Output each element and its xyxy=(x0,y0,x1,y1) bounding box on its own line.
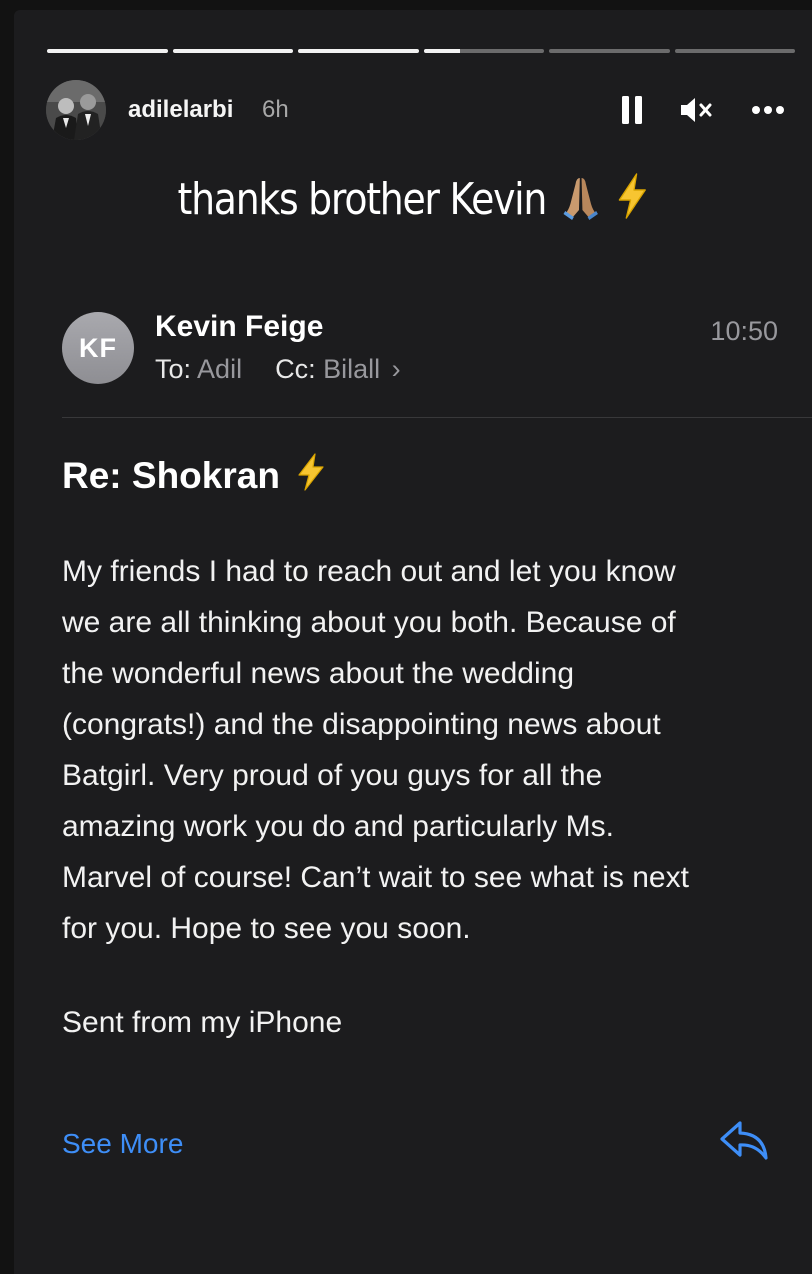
progress-segment xyxy=(423,49,544,53)
story-caption: thanks brother Kevin xyxy=(70,172,756,231)
progress-segment xyxy=(549,49,670,53)
pause-button[interactable] xyxy=(614,92,650,128)
cc-label: Cc: xyxy=(275,354,316,384)
to-label: To: xyxy=(155,354,192,384)
pause-icon xyxy=(622,96,642,124)
reply-arrow-icon xyxy=(720,1121,768,1160)
progress-fill xyxy=(47,49,168,53)
subject-text: Re: Shokran xyxy=(62,455,280,496)
body-line: My friends I had to reach out and let yo… xyxy=(62,555,676,588)
body-line: (congrats!) and the disappointing news a… xyxy=(62,708,661,741)
body-line: amazing work you do and particularly Ms. xyxy=(62,810,614,843)
email-signature: Sent from my iPhone xyxy=(62,1006,343,1039)
chevron-right-icon: › xyxy=(391,354,401,384)
progress-segment xyxy=(298,49,419,53)
body-line: for you. Hope to see you soon. xyxy=(62,912,471,945)
reply-button[interactable] xyxy=(718,1118,770,1164)
body-line: Marvel of course! Can’t wait to see what… xyxy=(62,861,689,894)
to-value: Adil xyxy=(197,354,243,384)
speaker-muted-icon xyxy=(681,98,712,122)
mail-time: 10:50 xyxy=(710,316,778,346)
caption-text: thanks brother Kevin xyxy=(177,174,548,225)
progress-segment xyxy=(674,49,795,53)
username[interactable]: adilelarbi xyxy=(128,96,233,124)
post-time: 6h xyxy=(262,96,289,123)
progress-fill xyxy=(423,49,460,53)
email-body: My friends I had to reach out and let yo… xyxy=(62,546,792,954)
body-line: we are all thinking about you both. Beca… xyxy=(62,606,676,639)
recipients-line[interactable]: To: Adil Cc: Bilall › xyxy=(155,354,401,385)
high-voltage-icon xyxy=(616,172,649,231)
body-line: Batgirl. Very proud of you guys for all … xyxy=(62,759,603,792)
story-card: adilelarbi 6h thanks brother Kevin KF Ke… xyxy=(14,10,812,1274)
more-options-button[interactable] xyxy=(750,92,786,128)
progress-segment xyxy=(172,49,293,53)
see-more-link[interactable]: See More xyxy=(62,1128,183,1160)
high-voltage-icon xyxy=(296,452,326,501)
progress-fill xyxy=(298,49,419,53)
story-progress-bar xyxy=(47,49,795,53)
folded-hands-icon xyxy=(562,174,600,231)
header-divider xyxy=(62,417,812,418)
body-line: the wonderful news about the wedding xyxy=(62,657,575,690)
sender-name[interactable]: Kevin Feige xyxy=(155,310,323,344)
more-horizontal-icon xyxy=(752,106,784,114)
mute-button[interactable] xyxy=(678,92,714,128)
sender-avatar: KF xyxy=(62,312,134,384)
story-header: adilelarbi 6h xyxy=(46,80,796,140)
progress-fill xyxy=(172,49,293,53)
progress-segment xyxy=(47,49,168,53)
email-subject: Re: Shokran xyxy=(62,452,326,501)
cc-value: Bilall xyxy=(323,354,381,384)
profile-avatar[interactable] xyxy=(46,80,106,140)
